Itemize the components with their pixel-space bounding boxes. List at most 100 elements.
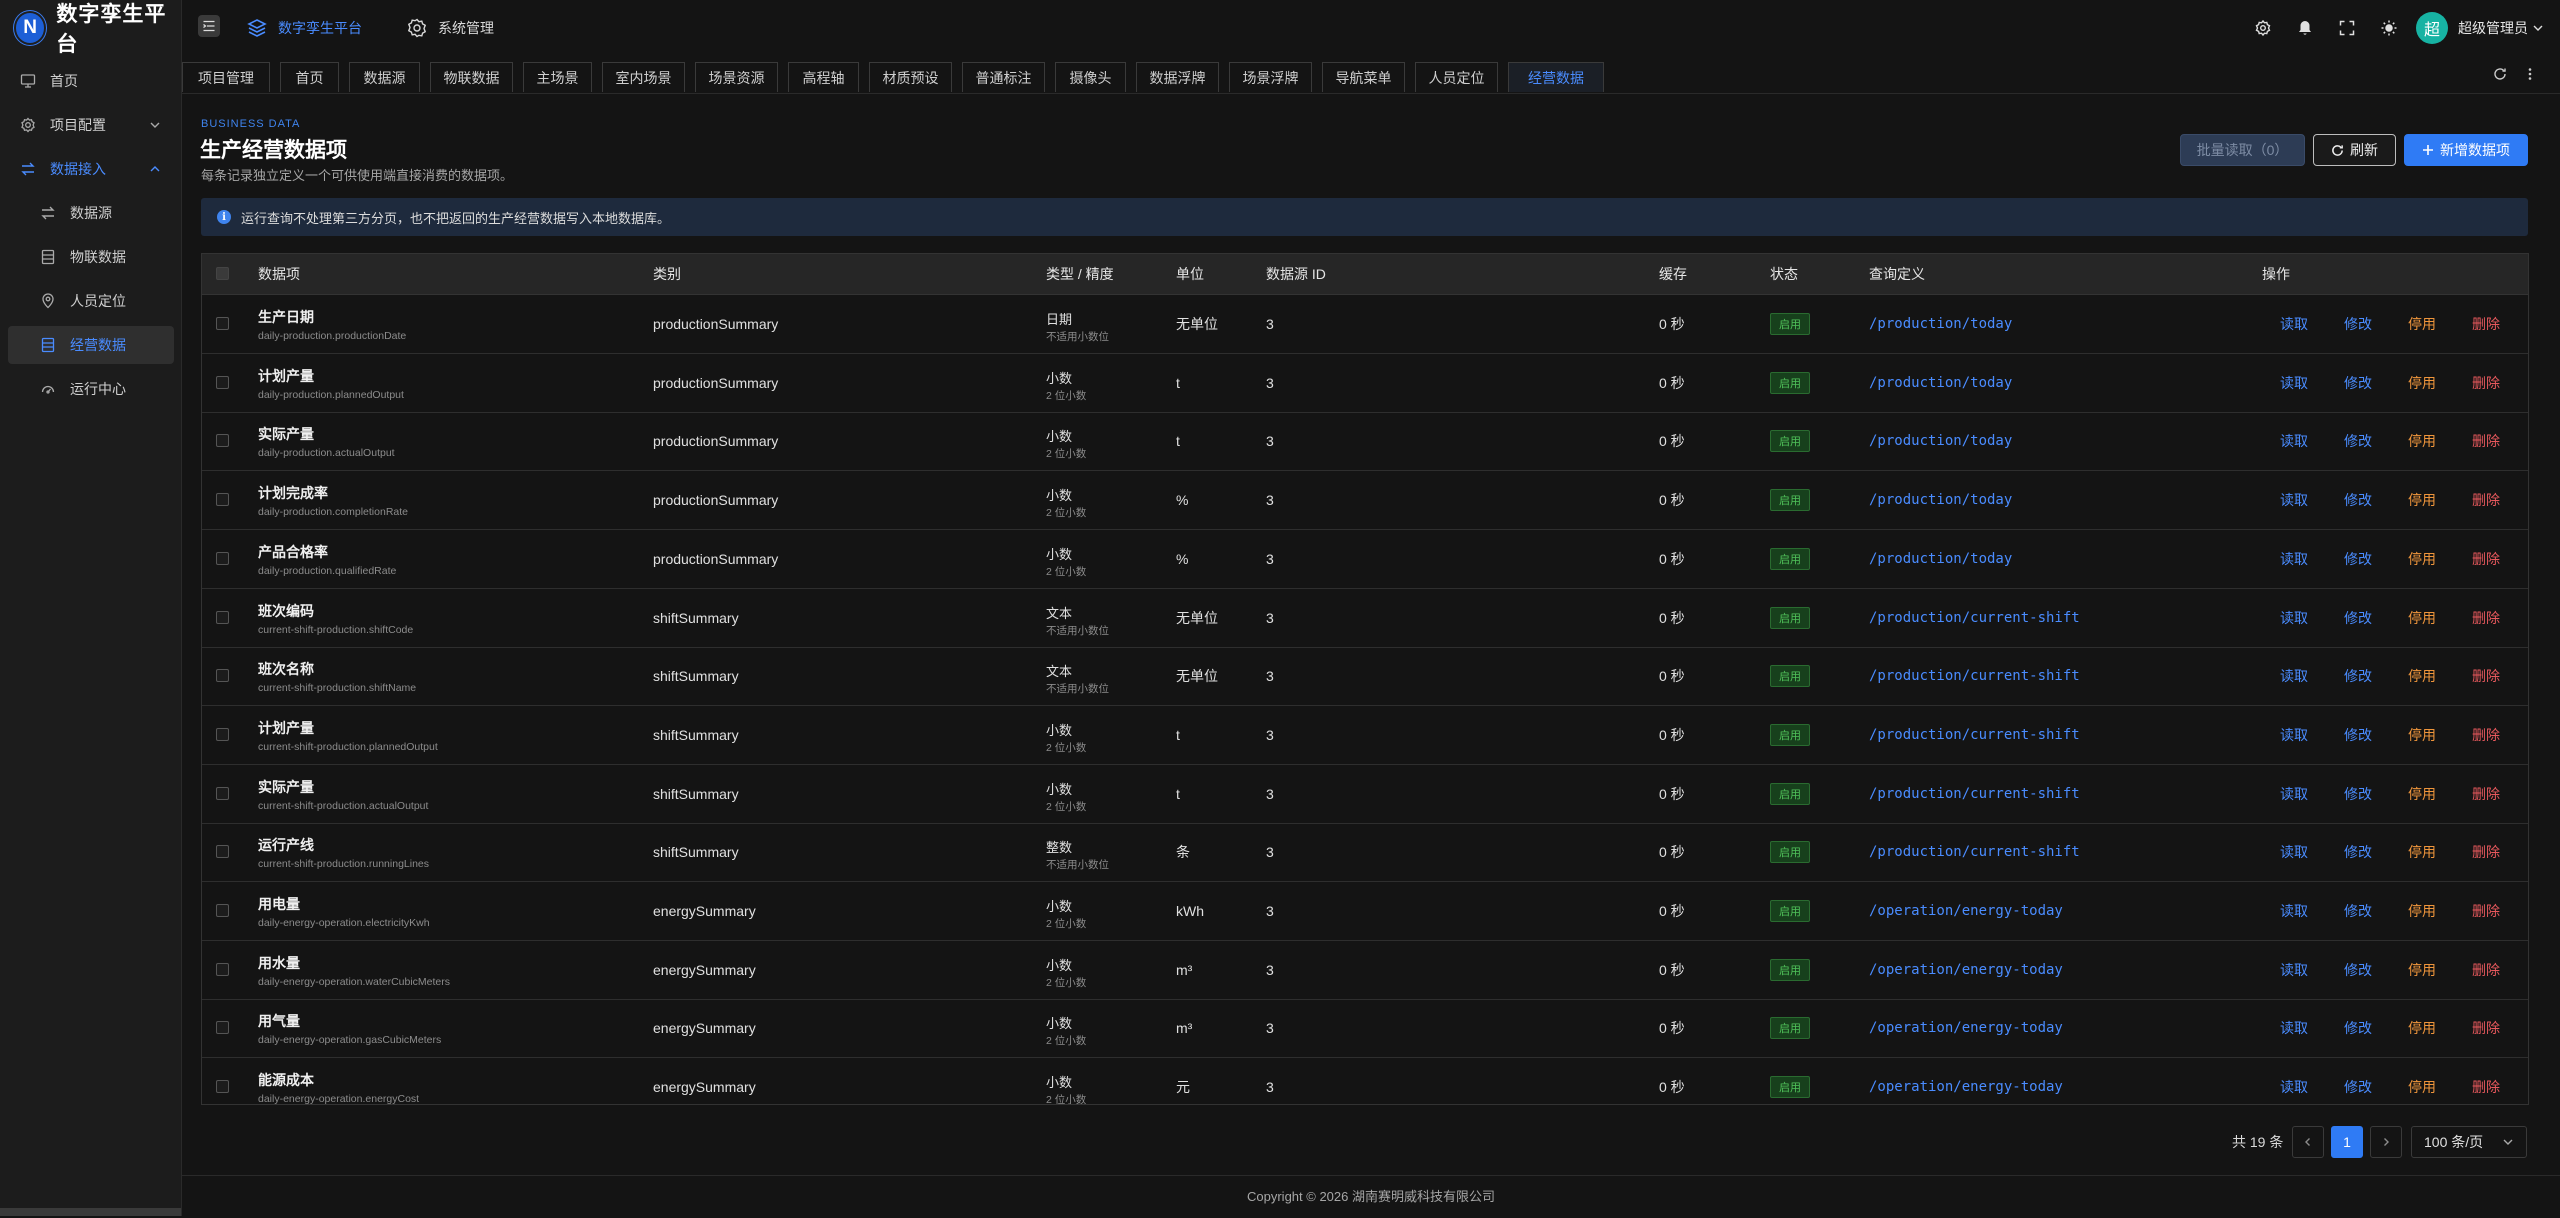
delete-action[interactable]: 删除 — [2472, 1058, 2500, 1104]
delete-action[interactable]: 删除 — [2472, 412, 2500, 470]
tab-material-presets[interactable]: 材质预设 — [869, 62, 952, 92]
nav-digital-twin[interactable]: 数字孪生平台 — [246, 0, 362, 56]
page-button-current[interactable]: 1 — [2331, 1126, 2363, 1158]
query-definition-link[interactable]: /production/today — [1869, 354, 2012, 412]
sidebar-item-datasource[interactable]: 数据源 — [8, 194, 174, 232]
row-checkbox[interactable] — [216, 845, 229, 859]
read-action[interactable]: 读取 — [2280, 589, 2308, 647]
delete-action[interactable]: 删除 — [2472, 589, 2500, 647]
query-definition-link[interactable]: /production/current-shift — [1869, 589, 2080, 647]
edit-action[interactable]: 修改 — [2344, 412, 2372, 470]
query-definition-link[interactable]: /production/current-shift — [1869, 647, 2080, 705]
sidebar-item-home[interactable]: 首页 — [8, 62, 174, 100]
sidebar-item-operation-center[interactable]: 运行中心 — [8, 370, 174, 408]
disable-action[interactable]: 停用 — [2408, 765, 2436, 823]
delete-action[interactable]: 删除 — [2472, 941, 2500, 999]
read-action[interactable]: 读取 — [2280, 999, 2308, 1057]
sidebar-item-data-access[interactable]: 数据接入 — [8, 150, 174, 188]
row-checkbox[interactable] — [216, 962, 229, 976]
disable-action[interactable]: 停用 — [2408, 941, 2436, 999]
user-name[interactable]: 超级管理员 — [2458, 18, 2528, 38]
edit-action[interactable]: 修改 — [2344, 530, 2372, 588]
read-action[interactable]: 读取 — [2280, 295, 2308, 353]
delete-action[interactable]: 删除 — [2472, 647, 2500, 705]
edit-action[interactable]: 修改 — [2344, 1058, 2372, 1104]
read-action[interactable]: 读取 — [2280, 354, 2308, 412]
read-action[interactable]: 读取 — [2280, 471, 2308, 529]
batch-read-button[interactable]: 批量读取（0） — [2180, 134, 2305, 166]
disable-action[interactable]: 停用 — [2408, 882, 2436, 940]
row-checkbox[interactable] — [216, 317, 229, 330]
tab-business-data[interactable]: 经营数据 — [1508, 62, 1604, 92]
tab-main-scene[interactable]: 主场景 — [523, 62, 592, 92]
query-definition-link[interactable]: /production/current-shift — [1869, 706, 2080, 764]
edit-action[interactable]: 修改 — [2344, 647, 2372, 705]
tab-datasource[interactable]: 数据源 — [349, 62, 420, 92]
delete-action[interactable]: 删除 — [2472, 999, 2500, 1057]
nav-system-management[interactable]: 系统管理 — [406, 0, 494, 56]
tab-annotations[interactable]: 普通标注 — [962, 62, 1045, 92]
query-definition-link[interactable]: /operation/energy-today — [1869, 999, 2063, 1057]
tab-personnel-location[interactable]: 人员定位 — [1415, 62, 1498, 92]
delete-action[interactable]: 删除 — [2472, 530, 2500, 588]
tab-project-management[interactable]: 项目管理 — [182, 62, 270, 92]
read-action[interactable]: 读取 — [2280, 823, 2308, 881]
refresh-button[interactable]: 刷新 — [2313, 134, 2396, 166]
tab-indoor-scene[interactable]: 室内场景 — [602, 62, 685, 92]
disable-action[interactable]: 停用 — [2408, 471, 2436, 529]
sidebar-item-project-config[interactable]: 项目配置 — [8, 106, 174, 144]
row-checkbox[interactable] — [216, 1021, 229, 1035]
query-definition-link[interactable]: /production/today — [1869, 530, 2012, 588]
row-checkbox[interactable] — [216, 727, 229, 741]
read-action[interactable]: 读取 — [2280, 1058, 2308, 1104]
select-all-checkbox[interactable] — [216, 267, 229, 280]
app-logo[interactable]: N 数字孪生平台 — [14, 3, 181, 56]
more-vertical-icon[interactable] — [2522, 66, 2538, 82]
edit-action[interactable]: 修改 — [2344, 706, 2372, 764]
chevron-down-icon[interactable] — [2532, 22, 2544, 34]
tab-scene-resources[interactable]: 场景资源 — [695, 62, 778, 92]
row-checkbox[interactable] — [216, 786, 229, 800]
disable-action[interactable]: 停用 — [2408, 647, 2436, 705]
delete-action[interactable]: 删除 — [2472, 765, 2500, 823]
row-checkbox[interactable] — [216, 1080, 229, 1094]
delete-action[interactable]: 删除 — [2472, 823, 2500, 881]
avatar[interactable]: 超 — [2416, 12, 2448, 44]
read-action[interactable]: 读取 — [2280, 941, 2308, 999]
edit-action[interactable]: 修改 — [2344, 471, 2372, 529]
delete-action[interactable]: 删除 — [2472, 471, 2500, 529]
tab-data-cards[interactable]: 数据浮牌 — [1136, 62, 1219, 92]
read-action[interactable]: 读取 — [2280, 765, 2308, 823]
read-action[interactable]: 读取 — [2280, 647, 2308, 705]
delete-action[interactable]: 删除 — [2472, 354, 2500, 412]
theme-sun-icon[interactable] — [2380, 19, 2398, 37]
disable-action[interactable]: 停用 — [2408, 706, 2436, 764]
edit-action[interactable]: 修改 — [2344, 941, 2372, 999]
disable-action[interactable]: 停用 — [2408, 1058, 2436, 1104]
tab-nav-menu[interactable]: 导航菜单 — [1322, 62, 1405, 92]
settings-icon[interactable] — [2254, 19, 2272, 37]
sidebar-scrollbar[interactable] — [0, 1208, 181, 1216]
edit-action[interactable]: 修改 — [2344, 765, 2372, 823]
refresh-icon[interactable] — [2492, 66, 2508, 82]
query-definition-link[interactable]: /production/current-shift — [1869, 823, 2080, 881]
disable-action[interactable]: 停用 — [2408, 999, 2436, 1057]
query-definition-link[interactable]: /production/today — [1869, 295, 2012, 353]
page-size-select[interactable]: 100 条/页 — [2411, 1126, 2527, 1158]
prev-page-button[interactable] — [2292, 1126, 2324, 1158]
delete-action[interactable]: 删除 — [2472, 882, 2500, 940]
row-checkbox[interactable] — [216, 551, 229, 565]
row-checkbox[interactable] — [216, 669, 229, 683]
query-definition-link[interactable]: /operation/energy-today — [1869, 1058, 2063, 1104]
menu-collapse-icon[interactable] — [198, 15, 220, 37]
bell-icon[interactable] — [2296, 19, 2314, 37]
disable-action[interactable]: 停用 — [2408, 295, 2436, 353]
edit-action[interactable]: 修改 — [2344, 589, 2372, 647]
disable-action[interactable]: 停用 — [2408, 823, 2436, 881]
read-action[interactable]: 读取 — [2280, 530, 2308, 588]
disable-action[interactable]: 停用 — [2408, 530, 2436, 588]
add-item-button[interactable]: 新增数据项 — [2404, 134, 2528, 166]
row-checkbox[interactable] — [216, 434, 229, 448]
read-action[interactable]: 读取 — [2280, 882, 2308, 940]
tab-elevation-axis[interactable]: 高程轴 — [788, 62, 859, 92]
